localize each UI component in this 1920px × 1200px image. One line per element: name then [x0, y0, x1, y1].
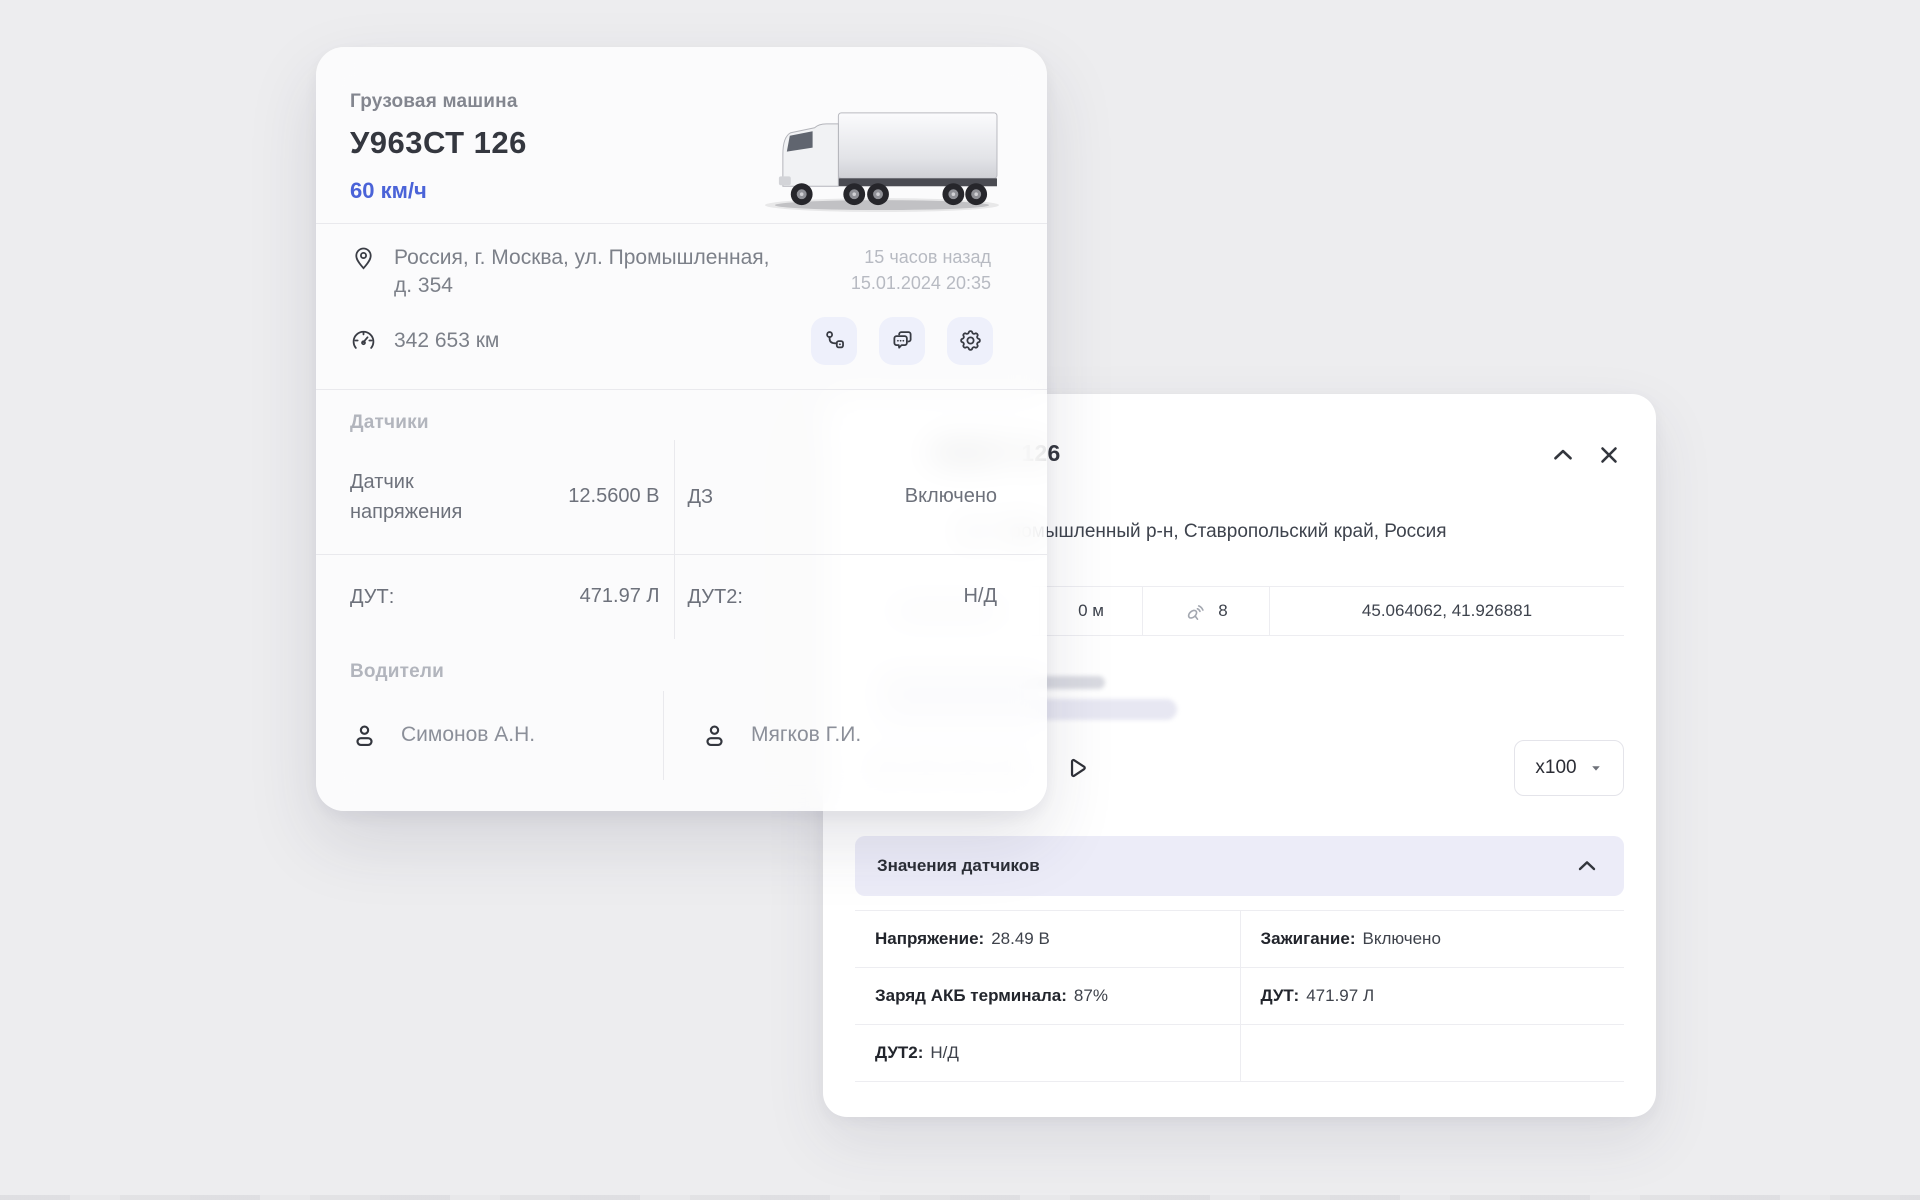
track-address: Промышленный р-н, Ставропольский край, Р…	[997, 521, 1447, 543]
sensor-value-cell: Заряд АКБ терминала:87%	[855, 968, 1240, 1024]
drivers-section-title: Водители	[350, 661, 1013, 683]
collapse-chevron-button[interactable]	[1572, 851, 1602, 881]
last-update-datetime: 15.01.2024 20:35	[851, 270, 991, 296]
odometer-value: 342 653 км	[394, 329, 499, 353]
person-icon	[350, 721, 379, 750]
last-update-relative: 15 часов назад	[851, 244, 991, 270]
settings-button[interactable]	[947, 317, 993, 365]
track-stat-satellites: 8	[1143, 587, 1270, 635]
sensors-grid: Датчик напряжения 12.5600 В ДЗ Включено …	[350, 440, 1013, 639]
sensor-cell: ДУТ2: Н/Д	[675, 555, 1014, 639]
bottom-edge-strip	[0, 1195, 1920, 1200]
table-row: Напряжение:28.49 В Зажигание:Включено	[855, 911, 1624, 968]
last-update: 15 часов назад 15.01.2024 20:35	[851, 244, 991, 296]
sensor-cell: ДУТ: 471.97 Л	[350, 555, 675, 639]
driver-name: Симонов А.Н.	[401, 723, 535, 747]
location-pin-icon	[350, 244, 377, 271]
sensors-section-title: Датчики	[350, 412, 1013, 434]
truck-image	[757, 103, 1005, 217]
sensor-row: Датчик напряжения 12.5600 В ДЗ Включено	[350, 440, 1013, 554]
speedometer-icon	[350, 327, 377, 354]
route-button[interactable]	[811, 317, 857, 365]
vehicle-card: Грузовая машина У963СТ 126 60 км/ч	[316, 47, 1047, 811]
track-stat-distance: 0 м	[1040, 587, 1143, 635]
panel-close-button[interactable]	[1594, 440, 1624, 470]
sensor-cell: ДЗ Включено	[675, 440, 1014, 554]
divider	[316, 389, 1047, 390]
app-background: У963СТ 126 Промышленный р-н, Ставропольс…	[0, 0, 1920, 1200]
divider	[316, 223, 1047, 224]
drivers-list: Симонов А.Н. Мягков Г.И.	[350, 691, 1013, 780]
sensor-values-title: Значения датчиков	[877, 856, 1040, 876]
caret-down-icon	[1589, 761, 1603, 775]
track-stat-coordinates: 45.064062, 41.926881	[1270, 587, 1624, 635]
satellite-icon	[1184, 599, 1208, 623]
table-row: ДУТ2:Н/Д	[855, 1025, 1624, 1082]
sensor-value-cell: ДУТ:471.97 Л	[1240, 968, 1625, 1024]
driver-item: Симонов А.Н.	[350, 691, 664, 780]
play-icon	[1062, 754, 1090, 782]
table-row: Заряд АКБ терминала:87% ДУТ:471.97 Л	[855, 968, 1624, 1025]
driver-name: Мягков Г.И.	[751, 723, 861, 747]
sensor-row: ДУТ: 471.97 Л ДУТ2: Н/Д	[350, 555, 1013, 639]
vehicle-address: Россия, г. Москва, ул. Промышленная, д. …	[394, 244, 774, 301]
play-button[interactable]	[1059, 751, 1093, 785]
panel-collapse-button[interactable]	[1548, 440, 1578, 470]
route-icon	[822, 328, 847, 353]
playback-speed-value: x100	[1535, 757, 1576, 779]
satellite-count: 8	[1218, 601, 1227, 621]
sensor-value-cell: Напряжение:28.49 В	[855, 911, 1240, 967]
sensor-values-table: Напряжение:28.49 В Зажигание:Включено За…	[855, 910, 1624, 1082]
sensor-value-cell: Зажигание:Включено	[1240, 911, 1625, 967]
close-icon	[1596, 442, 1622, 468]
chevron-up-icon	[1575, 854, 1599, 878]
sensor-values-toggle[interactable]: Значения датчиков	[855, 836, 1624, 896]
chat-icon	[890, 328, 915, 353]
sensor-value-cell: ДУТ2:Н/Д	[855, 1025, 1240, 1081]
sensor-cell: Датчик напряжения 12.5600 В	[350, 440, 675, 554]
gear-icon	[958, 328, 983, 353]
playback-speed-select[interactable]: x100	[1514, 740, 1624, 796]
person-icon	[700, 721, 729, 750]
sensor-value-cell-empty	[1240, 1025, 1625, 1081]
driver-item: Мягков Г.И.	[664, 691, 1013, 780]
chat-button[interactable]	[879, 317, 925, 365]
chevron-up-icon	[1550, 442, 1576, 468]
